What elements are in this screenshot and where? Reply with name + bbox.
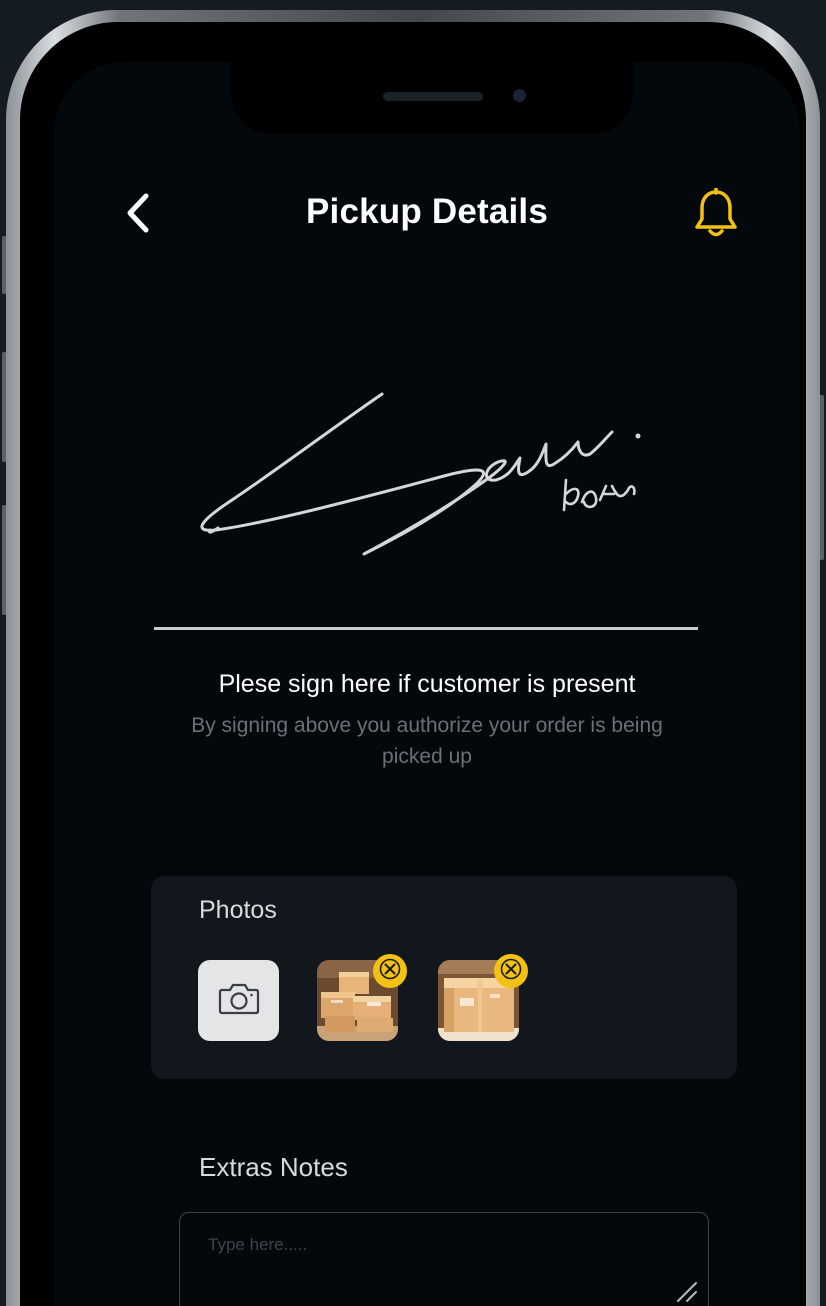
phone-frame: Pickup Details Plese sign here if custom…: [6, 10, 820, 1306]
signature-instruction: Plese sign here if customer is present: [218, 670, 636, 698]
notes-input[interactable]: [180, 1213, 708, 1306]
camera-icon: [218, 981, 260, 1020]
signature-stroke: [200, 392, 641, 556]
signature-pad[interactable]: [154, 362, 699, 624]
signature-disclaimer: By signing above you authorize your orde…: [191, 714, 663, 768]
app-screen: Pickup Details Plese sign here if custom…: [54, 62, 800, 1306]
notifications-button[interactable]: [688, 186, 744, 245]
notes-field: [179, 1212, 709, 1306]
photos-label: Photos: [199, 896, 277, 924]
speaker-grille: [383, 92, 483, 101]
notch: [231, 62, 633, 134]
resize-handle-icon[interactable]: [674, 1279, 698, 1303]
signature-baseline: [154, 627, 698, 630]
device-mockup: Pickup Details Plese sign here if custom…: [0, 0, 826, 1306]
bell-icon: [692, 186, 740, 245]
remove-photo-2-button[interactable]: [494, 954, 528, 988]
close-icon: [500, 958, 522, 985]
add-photo-button[interactable]: [198, 960, 279, 1041]
phone-bezel: Pickup Details Plese sign here if custom…: [20, 22, 806, 1306]
photos-card: Photos: [151, 876, 737, 1079]
remove-photo-1-button[interactable]: [373, 954, 407, 988]
notes-label: Extras Notes: [199, 1152, 348, 1182]
close-icon: [379, 958, 401, 985]
front-camera: [513, 89, 526, 102]
